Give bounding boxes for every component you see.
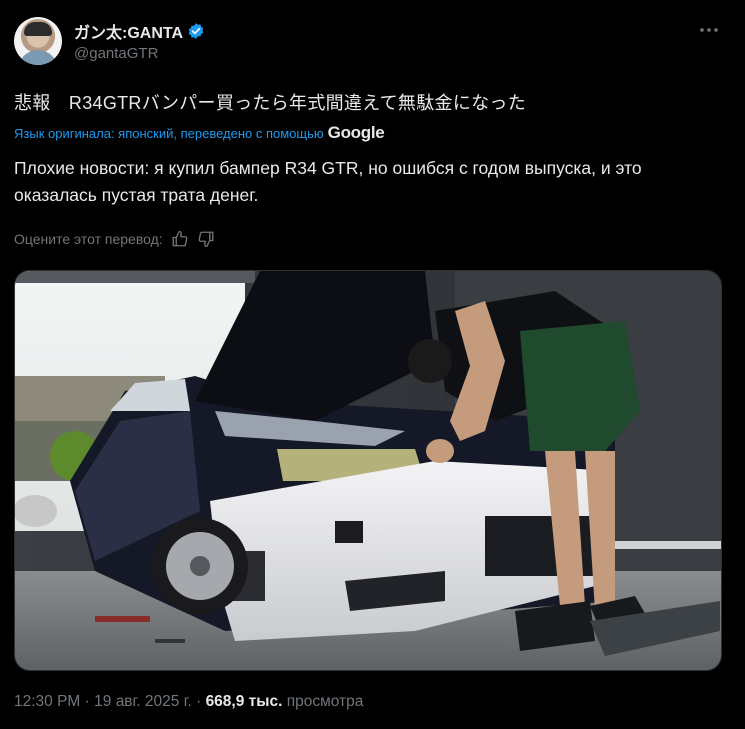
- post-date[interactable]: 19 авг. 2025 г.: [94, 693, 192, 710]
- post-time[interactable]: 12:30 PM: [14, 693, 80, 710]
- verified-badge-icon: [188, 23, 204, 39]
- post-photo[interactable]: [14, 270, 722, 671]
- avatar[interactable]: [14, 17, 62, 65]
- author-name-row[interactable]: ガン太:GANTA: [74, 19, 205, 43]
- rate-translation: Оцените этот перевод:: [14, 230, 215, 248]
- translated-post-text: Плохие новости: я купил бампер R34 GTR, …: [14, 158, 642, 205]
- garage-car-photo: [15, 271, 721, 670]
- google-logo: Google: [327, 123, 385, 142]
- views-label: просмотра: [286, 693, 364, 710]
- post-meta: 12:30 PM · 19 авг. 2025 г. · 668,9 тыс. …: [14, 693, 363, 711]
- separator-dot: ·: [196, 693, 206, 710]
- author-handle[interactable]: @gantaGTR: [74, 45, 158, 62]
- views-count: 668,9 тыс.: [205, 693, 283, 710]
- author-display-name[interactable]: ガン太:GANTA: [74, 19, 183, 43]
- translation-attribution-label[interactable]: Язык оригинала: японский, переведено с п…: [14, 126, 324, 141]
- thumbs-down-icon[interactable]: [197, 230, 215, 248]
- thumbs-up-icon[interactable]: [171, 230, 189, 248]
- original-post-text: 悲報 R34GTRバンパー買ったら年式間違えて無駄金になった: [14, 93, 527, 113]
- separator-dot: ·: [84, 693, 95, 710]
- more-options-icon[interactable]: [697, 18, 721, 42]
- translation-attribution[interactable]: Язык оригинала: японский, переведено с п…: [14, 123, 385, 143]
- rate-translation-label: Оцените этот перевод:: [14, 231, 163, 247]
